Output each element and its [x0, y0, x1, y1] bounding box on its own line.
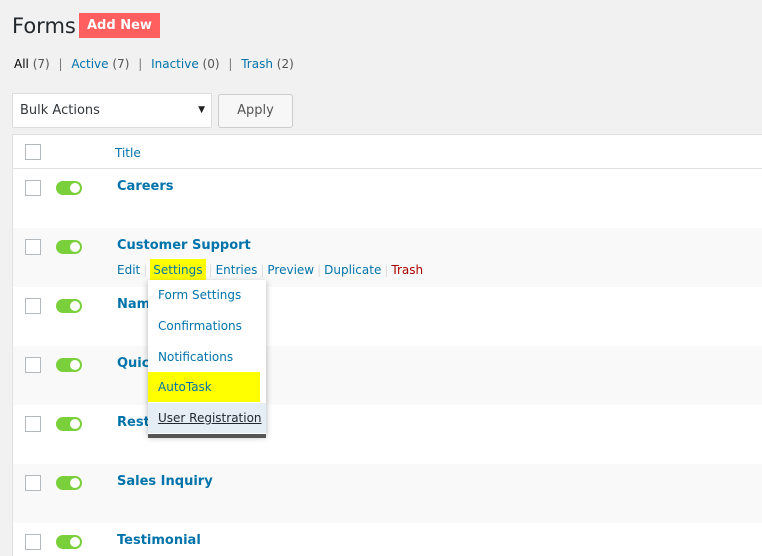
menu-item-autotask[interactable]: AutoTask: [148, 372, 260, 402]
status-filters: All (7) | Active (7) | Inactive (0) | Tr…: [14, 57, 294, 71]
table-row: Restr: [13, 405, 762, 464]
dropdown-arrow-icon: ▼: [198, 105, 205, 115]
menu-item-user-registration[interactable]: User Registration: [148, 403, 266, 433]
form-title-link[interactable]: Sales Inquiry: [117, 474, 213, 489]
forms-table: Title Careers Customer Support Edit | Sett…: [12, 134, 762, 556]
duplicate-link[interactable]: Duplicate: [324, 263, 381, 277]
apply-button[interactable]: Apply: [218, 94, 293, 128]
settings-dropdown-menu: Form Settings Confirmations Notification…: [148, 280, 266, 438]
select-all-checkbox[interactable]: [25, 144, 41, 160]
table-header: Title: [13, 134, 762, 169]
column-title-header[interactable]: Title: [115, 146, 141, 160]
separator: |: [143, 263, 148, 277]
filter-trash[interactable]: Trash (2): [241, 57, 294, 71]
form-title-link[interactable]: Customer Support: [117, 238, 251, 253]
separator: |: [384, 263, 389, 277]
active-toggle[interactable]: [56, 240, 82, 254]
edit-link[interactable]: Edit: [117, 263, 140, 277]
row-checkbox[interactable]: [25, 475, 41, 491]
active-toggle[interactable]: [56, 299, 82, 313]
separator: |: [138, 57, 143, 71]
row-checkbox[interactable]: [25, 357, 41, 373]
separator: |: [228, 57, 233, 71]
table-row: Quick: [13, 346, 762, 405]
row-actions: Edit | Settings | Entries | Preview | Duplicate |…: [117, 259, 423, 283]
active-toggle[interactable]: [56, 417, 82, 431]
active-toggle[interactable]: [56, 181, 82, 195]
menu-item-label: User Registration: [158, 411, 262, 425]
bulk-actions-select[interactable]: Bulk Actions ▼: [12, 93, 212, 128]
table-row: Customer Support Edit | Settings | Entries | P…: [13, 228, 762, 287]
filter-inactive[interactable]: Inactive (0): [151, 57, 219, 71]
table-row: Careers: [13, 169, 762, 228]
row-checkbox[interactable]: [25, 180, 41, 196]
menu-item-form-settings[interactable]: Form Settings: [148, 280, 266, 310]
separator: |: [208, 263, 213, 277]
table-row: Testimonial: [13, 523, 762, 556]
separator: |: [260, 263, 265, 277]
table-row: Name: [13, 287, 762, 346]
menu-item-notifications[interactable]: Notifications: [148, 342, 266, 372]
menu-divider: [148, 434, 266, 438]
active-toggle[interactable]: [56, 358, 82, 372]
menu-item-confirmations[interactable]: Confirmations: [148, 311, 266, 341]
preview-link[interactable]: Preview: [267, 263, 314, 277]
row-checkbox[interactable]: [25, 239, 41, 255]
bulk-actions-value: Bulk Actions: [20, 103, 100, 118]
add-new-button[interactable]: Add New: [79, 13, 160, 38]
table-row: Sales Inquiry: [13, 464, 762, 523]
filter-all[interactable]: All (7): [14, 57, 50, 71]
active-toggle[interactable]: [56, 476, 82, 490]
row-checkbox[interactable]: [25, 298, 41, 314]
active-toggle[interactable]: [56, 535, 82, 549]
row-checkbox[interactable]: [25, 534, 41, 550]
filter-active[interactable]: Active (7): [71, 57, 129, 71]
separator: |: [58, 57, 63, 71]
entries-link[interactable]: Entries: [216, 263, 258, 277]
form-title-link[interactable]: Careers: [117, 179, 174, 194]
page-title: Forms: [12, 14, 76, 38]
trash-link[interactable]: Trash: [391, 263, 423, 277]
row-checkbox[interactable]: [25, 416, 41, 432]
form-title-link[interactable]: Testimonial: [117, 533, 201, 548]
separator: |: [317, 263, 322, 277]
